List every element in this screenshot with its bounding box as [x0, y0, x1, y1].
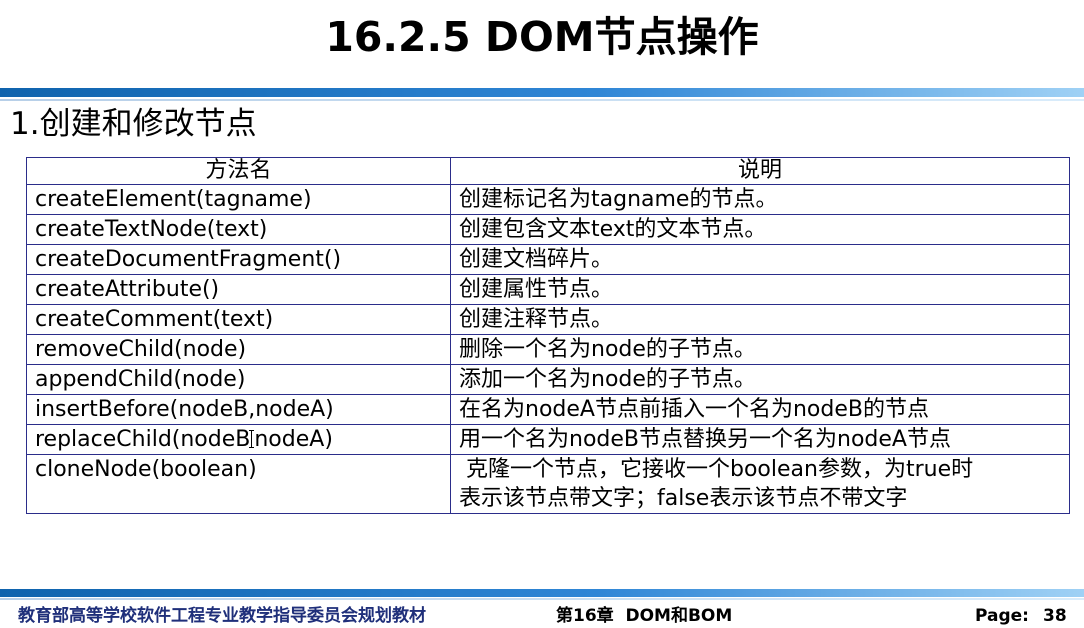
- description-cell: 添加一个名为node的子节点。: [450, 364, 1070, 395]
- method-cell: cloneNode(boolean): [26, 454, 451, 514]
- description-cell: 创建注释节点。: [450, 304, 1070, 335]
- table-row: createDocumentFragment() 创建文档碎片。: [26, 244, 1070, 275]
- footer-divider-shadow: [0, 598, 1084, 600]
- table-row: createElement(tagname) 创建标记名为tagname的节点。: [26, 184, 1070, 215]
- method-cell: createElement(tagname): [26, 184, 451, 215]
- description-line: 表示该节点带文字；false表示该节点不带文字: [459, 486, 908, 511]
- section-heading: 1.创建和修改节点: [10, 106, 257, 142]
- table-header-row: 方法名 说明: [26, 157, 1070, 185]
- footer-divider: [0, 589, 1084, 597]
- method-cell: appendChild(node): [26, 364, 451, 395]
- table-row: removeChild(node) 删除一个名为node的子节点。: [26, 334, 1070, 365]
- page-number: 38: [1042, 606, 1067, 626]
- description-cell: 在名为nodeA节点前插入一个名为nodeB的节点: [450, 394, 1070, 425]
- table-row: createAttribute() 创建属性节点。: [26, 274, 1070, 305]
- description-cell: 删除一个名为node的子节点。: [450, 334, 1070, 365]
- description-cell: 创建文档碎片。: [450, 244, 1070, 275]
- table-row: insertBefore(nodeB,nodeA) 在名为nodeA节点前插入一…: [26, 394, 1070, 425]
- description-cell: 创建标记名为tagname的节点。: [450, 184, 1070, 215]
- table-row: appendChild(node) 添加一个名为node的子节点。: [26, 364, 1070, 395]
- footer-page: Page: 38: [975, 604, 1067, 628]
- description-line: 克隆一个节点，它接收一个boolean参数，为true时: [459, 457, 974, 482]
- table-row: cloneNode(boolean) 克隆一个节点，它接收一个boolean参数…: [26, 454, 1070, 514]
- method-cell: createDocumentFragment(): [26, 244, 451, 275]
- description-cell: 创建属性节点。: [450, 274, 1070, 305]
- description-cell: 克隆一个节点，它接收一个boolean参数，为true时 表示该节点带文字；fal…: [450, 454, 1070, 514]
- header-description: 说明: [450, 157, 1070, 185]
- method-cell: createTextNode(text): [26, 214, 451, 245]
- header-method-name: 方法名: [26, 157, 451, 185]
- methods-table: 方法名 说明 createElement(tagname) 创建标记名为tagn…: [26, 157, 1070, 514]
- title-divider-shadow: [0, 99, 1084, 101]
- method-text-part: nodeA): [254, 427, 333, 452]
- method-text-part: replaceChild(nodeB: [35, 427, 251, 452]
- description-cell: 创建包含文本text的文本节点。: [450, 214, 1070, 245]
- description-cell: 用一个名为nodeB节点替换另一个名为nodeA节点: [450, 424, 1070, 455]
- method-cell: replaceChild(nodeB nodeA): [26, 424, 451, 455]
- method-cell: insertBefore(nodeB,nodeA): [26, 394, 451, 425]
- table-row: replaceChild(nodeB nodeA) 用一个名为nodeB节点替换另…: [26, 424, 1070, 455]
- footer-chapter: 第16章 DOM和BOM: [556, 606, 733, 626]
- page-label: Page:: [975, 606, 1029, 626]
- footer-textbook-series: 教育部高等学校软件工程专业教学指导委员会规划教材: [18, 606, 426, 626]
- text-cursor-icon: [249, 429, 255, 449]
- table-row: createTextNode(text) 创建包含文本text的文本节点。: [26, 214, 1070, 245]
- method-cell: createAttribute(): [26, 274, 451, 305]
- method-cell: removeChild(node): [26, 334, 451, 365]
- method-cell: createComment(text): [26, 304, 451, 335]
- title-divider: [0, 88, 1084, 97]
- table-row: createComment(text) 创建注释节点。: [26, 304, 1070, 335]
- slide-title: 16.2.5 DOM节点操作: [325, 13, 759, 61]
